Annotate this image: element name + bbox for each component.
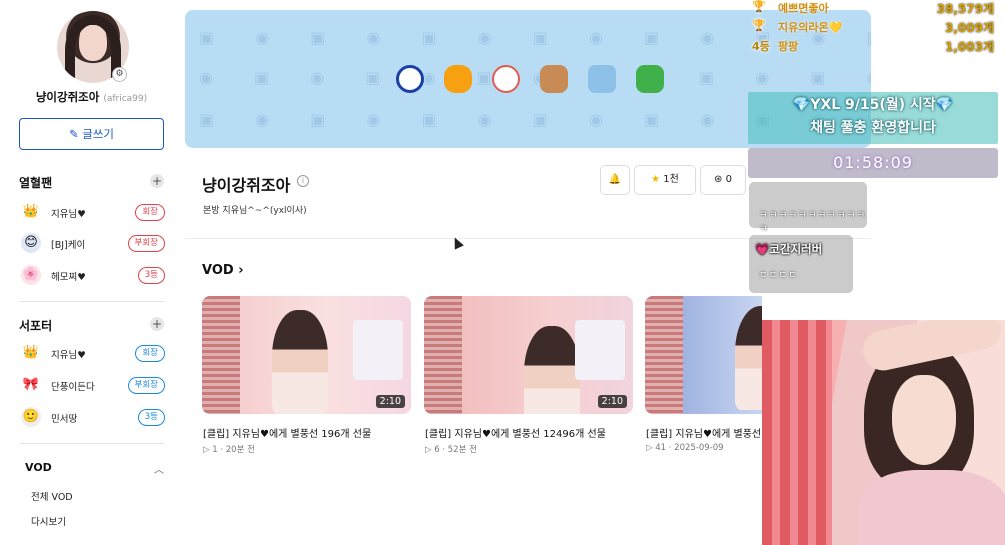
fan-name: 지유님♥ (51, 209, 86, 220)
notice-line: 💎YXL 9/15(월) 시작💎 (792, 97, 954, 113)
ranking-count: 3,009개 (945, 21, 994, 35)
fan-row[interactable]: 🌸 헤모찌♥ 3등 (19, 265, 165, 287)
ranking-count: 38,579개 (936, 2, 994, 16)
rank-number: 4등 (752, 40, 770, 53)
vod-duration: 2:10 (597, 395, 627, 408)
supporters-title: 서포터 (19, 319, 53, 333)
star-count: 1천 (663, 174, 679, 185)
chat-username: 💗코간지러버 (755, 242, 823, 256)
vod-duration: 2:10 (375, 395, 405, 408)
vod-title[interactable]: [클립] 지유님♥에게 별풍선 196개 선물 (203, 425, 371, 440)
fan-rank-badge: 회장 (135, 204, 165, 221)
chevron-up-icon[interactable]: ︿ (154, 461, 164, 476)
heart-badge-icon: ⊛ (714, 174, 723, 185)
supporter-row[interactable]: 👑 지유님♥ 회장 (19, 343, 165, 365)
fan-rank-badge: 부회장 (127, 235, 165, 252)
webcam-video (762, 320, 1005, 545)
vod-thumbnail[interactable]: 2:10 (424, 296, 633, 414)
supporter-name: 민서땅 (51, 414, 78, 425)
chat-message: 💗코간지러버 ㄷㄷㄷㄷ (749, 235, 853, 293)
fans-more-plus-icon[interactable]: + (150, 174, 164, 188)
monster-icon (636, 65, 664, 93)
fan-button[interactable]: ⊛ 0 (700, 165, 746, 195)
stream-timer: 01:58:09 (748, 148, 998, 178)
avatar-edit-icon[interactable]: ⚙ (112, 67, 127, 82)
channel-description: 본방 지유님^~^(yxl이사) (203, 206, 307, 216)
fan-avatar-icon: 😊 (21, 233, 41, 253)
fan-rank-badge: 3등 (137, 267, 165, 284)
fan-row[interactable]: 👑 지유님♥ 회장 (19, 202, 165, 224)
notification-bell-button[interactable]: 🔔 (600, 165, 630, 195)
vod-menu-title[interactable]: VOD (25, 461, 52, 474)
supporter-row[interactable]: 🎀 단풍이든다 부회장 (19, 375, 165, 397)
bell-icon: 🔔 (608, 174, 622, 185)
chat-text: ㄷㄷㄷㄷ (759, 270, 798, 281)
info-icon[interactable]: i (297, 175, 309, 187)
ranking-name: 지유의라온💛 (778, 21, 843, 34)
bear-icon (588, 65, 616, 93)
divider (19, 443, 165, 444)
cat-icon (492, 65, 520, 93)
supporter-rank-badge: 회장 (135, 345, 165, 362)
channel-name-text: 냥이강쥐조아 (35, 90, 100, 104)
vod-section-title[interactable]: VOD › (202, 263, 244, 278)
page-title: 냥이강쥐조아 (202, 176, 291, 195)
fan-row[interactable]: 😊 [BJ]케이 부회장 (19, 233, 165, 255)
notice-line: 채팅 풀충 환영합니다 (810, 120, 936, 136)
trophy-icon: 🏆 (752, 0, 766, 13)
chat-text: ㅋㅋㅋㅋㅋㅋㅋㅋㅋㅋㅋㅋ (759, 210, 867, 235)
channel-id: (africa99) (103, 94, 148, 104)
vod-meta: ▷ 6 · 52분 전 (425, 445, 477, 455)
trophy-icon: 🏆 (752, 19, 766, 32)
fan-name: 헤모찌♥ (51, 272, 86, 283)
ranking-row: 🏆 예쁘면좋아 38,579개 (750, 0, 1000, 18)
crown-icon: 👑 (22, 345, 40, 360)
supporter-row[interactable]: 🙂 민서땅 3등 (19, 407, 165, 429)
ranking-count: 1,003개 (945, 40, 994, 54)
ranking-name: 예쁘면좋아 (778, 2, 829, 15)
menu-item-replay[interactable]: 다시보기 (31, 514, 66, 528)
divider (19, 301, 165, 302)
supporter-name: 단풍이든다 (51, 382, 95, 393)
chat-message: ㅋㅋㅋㅋㅋㅋㅋㅋㅋㅋㅋㅋ (749, 182, 867, 235)
fans-title: 열혈팬 (19, 176, 53, 190)
fan-count: 0 (725, 174, 732, 185)
vod-title[interactable]: [클립] 지유님♥에게 별풍선 (646, 425, 761, 440)
crown-icon: 👑 (22, 204, 40, 219)
vod-meta: ▷ 1 · 20분 전 (203, 445, 255, 455)
vod-title[interactable]: [클립] 지유님♥에게 별풍선 12496개 선물 (425, 425, 606, 440)
ribbon-icon: 🎀 (22, 377, 40, 392)
menu-item-all-vod[interactable]: 전체 VOD (31, 489, 73, 503)
fan-name: [BJ]케이 (51, 240, 86, 251)
supporter-name: 지유님♥ (51, 350, 86, 361)
duck-icon (444, 65, 472, 93)
ranking-row: 🏆 지유의라온💛 3,009개 (750, 19, 1000, 37)
vod-thumbnail[interactable]: 2:10 (202, 296, 411, 414)
penguin-icon (396, 65, 424, 93)
supporter-rank-badge: 3등 (137, 409, 165, 426)
frog-icon (540, 65, 568, 93)
vod-thumbnail[interactable] (645, 296, 762, 414)
vod-meta: ▷ 41 · 2025-09-09 (646, 443, 724, 453)
star-icon: ★ (651, 174, 661, 185)
ranking-row: 4등 팡팡 1,003개 (750, 38, 1000, 56)
sidebar: ⚙ 냥이강쥐조아 (africa99) ✎ 글쓰기 열혈팬 + 👑 지유님♥ 회… (0, 0, 183, 545)
supporters-more-plus-icon[interactable]: + (150, 317, 164, 331)
stream-notice: 💎YXL 9/15(월) 시작💎 채팅 풀충 환영합니다 (748, 92, 998, 144)
ranking-name: 팡팡 (778, 40, 799, 53)
supporter-rank-badge: 부회장 (127, 377, 165, 394)
gift-ranking-overlay: 🏆 예쁘면좋아 38,579개 🏆 지유의라온💛 3,009개 4등 팡팡 1,… (750, 0, 1005, 55)
channel-name: 냥이강쥐조아 (africa99) (0, 89, 183, 105)
write-post-button[interactable]: ✎ 글쓰기 (19, 118, 164, 150)
supporter-avatar-icon: 🙂 (21, 407, 41, 427)
fan-avatar-icon: 🌸 (21, 265, 41, 285)
subscribe-star-button[interactable]: ★ 1천 (634, 165, 696, 195)
